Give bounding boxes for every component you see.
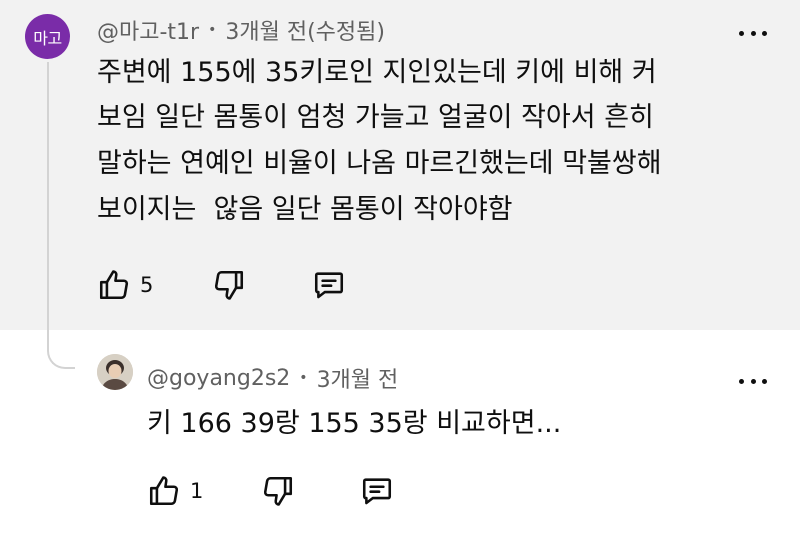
parent-comment-text-line: 주변에 155에 35키로인 지인있는데 키에 비해 커 bbox=[97, 57, 657, 88]
thumbs-down-icon bbox=[261, 474, 295, 508]
like-count: 5 bbox=[140, 273, 154, 297]
separator-dot: • bbox=[299, 370, 308, 386]
parent-dislike-button[interactable] bbox=[212, 268, 246, 302]
reply-thread-line bbox=[47, 62, 75, 369]
reply-more-options-icon[interactable] bbox=[739, 377, 767, 385]
separator-dot: • bbox=[208, 22, 217, 38]
parent-timestamp[interactable]: 3개월 전(수정됨) bbox=[225, 14, 385, 46]
parent-comment-meta: @마고-t1r • 3개월 전(수정됨) bbox=[97, 14, 385, 46]
parent-avatar[interactable]: 마고 bbox=[25, 14, 70, 59]
parent-comment-text-line: 보이지는 않음 일단 몸통이 작아야함 bbox=[97, 194, 513, 225]
reply-avatar[interactable] bbox=[97, 354, 133, 390]
like-count: 1 bbox=[190, 479, 204, 503]
reply-avatar-image bbox=[97, 354, 133, 390]
parent-reply-button[interactable] bbox=[312, 268, 346, 302]
reply-like-button[interactable]: 1 bbox=[147, 474, 203, 508]
parent-more-options-icon[interactable] bbox=[739, 29, 767, 37]
parent-author-handle[interactable]: @마고-t1r bbox=[97, 14, 199, 46]
reply-comment-meta: @goyang2s2 • 3개월 전 bbox=[147, 362, 398, 394]
thumbs-down-icon bbox=[212, 268, 246, 302]
reply-reply-button[interactable] bbox=[360, 474, 394, 508]
reply-icon bbox=[312, 268, 346, 302]
thumbs-up-icon bbox=[97, 268, 131, 302]
avatar-initials: 마고 bbox=[33, 28, 62, 48]
reply-comment-text: 키 166 39랑 155 35랑 비교하면... bbox=[147, 408, 562, 439]
reply-icon bbox=[360, 474, 394, 508]
parent-comment-text-line: 말하는 연예인 비율이 나옴 마르긴했는데 막불쌍해 bbox=[97, 148, 662, 179]
reply-timestamp[interactable]: 3개월 전 bbox=[317, 362, 399, 394]
parent-comment: 마고 @마고-t1r • 3개월 전(수정됨) 주변에 155에 35키로인 지… bbox=[0, 0, 800, 330]
thumbs-up-icon bbox=[147, 474, 181, 508]
parent-comment-text-line: 보임 일단 몸통이 엄청 가늘고 얼굴이 작아서 흔히 bbox=[97, 102, 654, 133]
reply-dislike-button[interactable] bbox=[261, 474, 295, 508]
parent-like-button[interactable]: 5 bbox=[97, 268, 153, 302]
reply-author-handle[interactable]: @goyang2s2 bbox=[147, 366, 290, 391]
